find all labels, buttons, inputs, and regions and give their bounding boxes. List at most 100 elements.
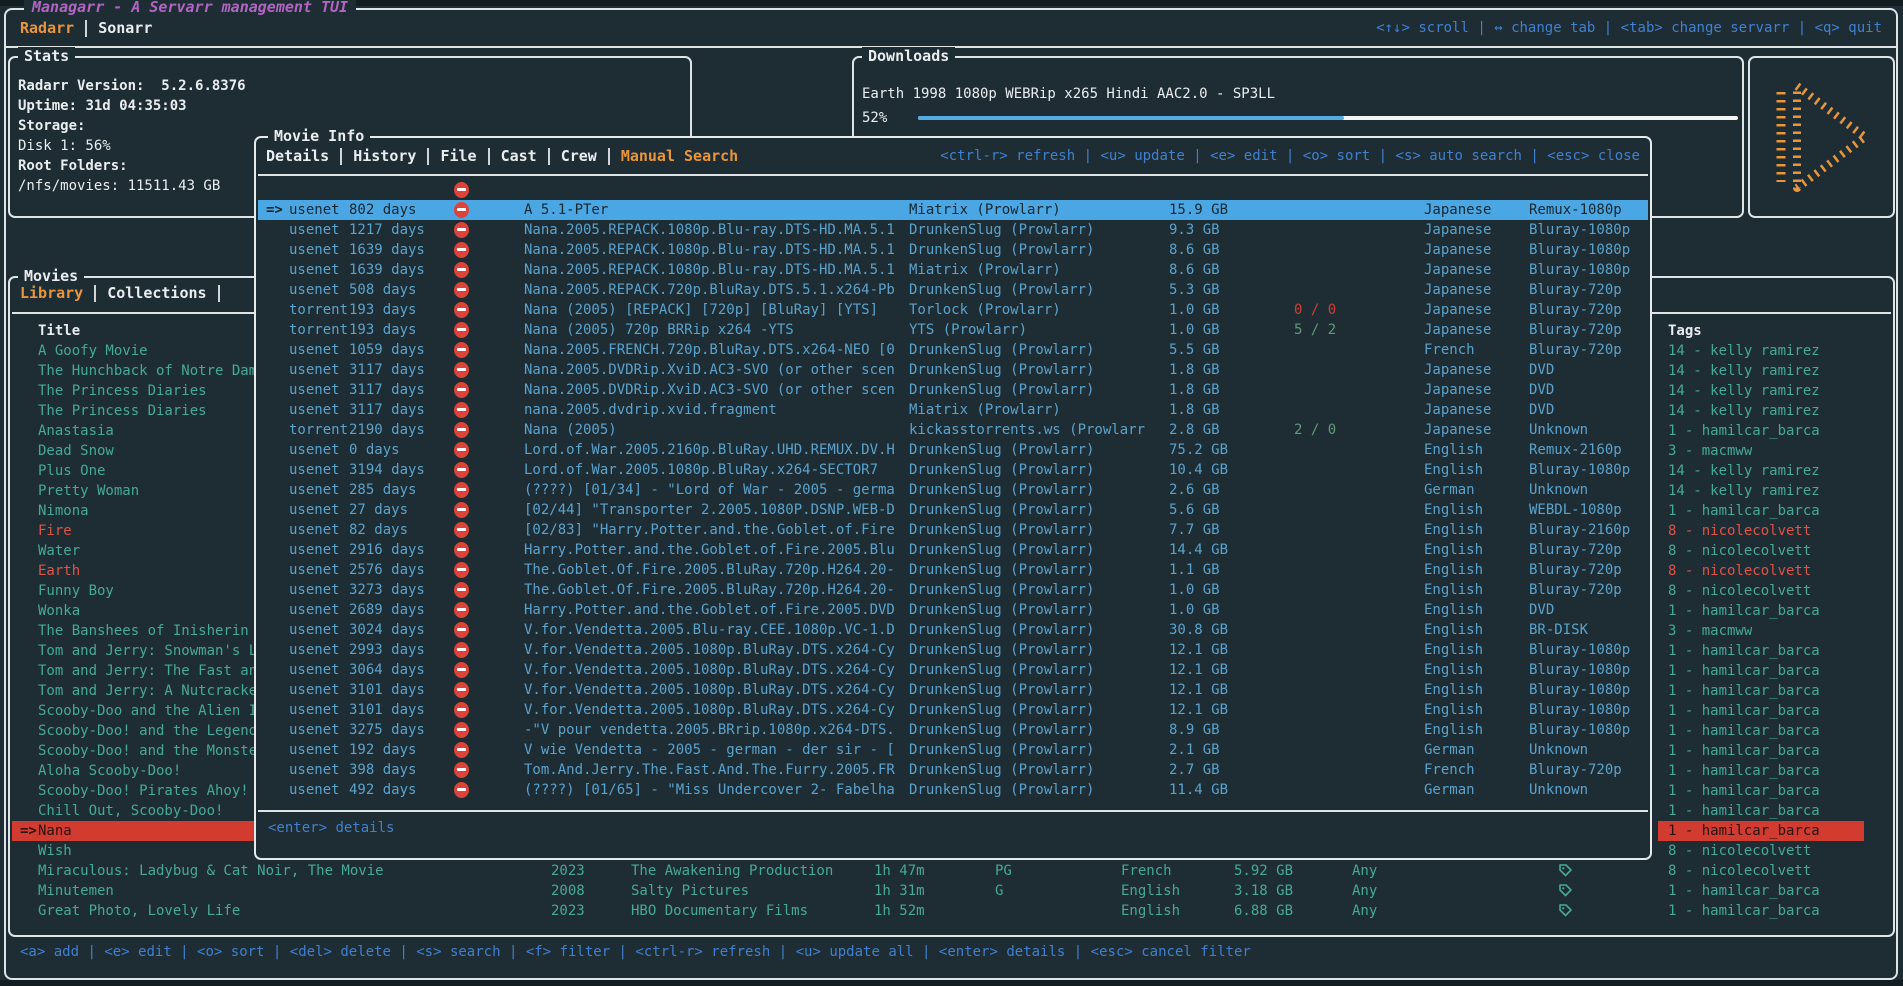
release-source: usenet [289,380,347,400]
movies-tab-collections[interactable]: Collections [107,284,206,302]
release-age: 3101 days [349,700,453,720]
release-row[interactable]: torrent2190 daysNana (2005)kickasstorren… [258,420,1648,440]
movie-info-tab-history[interactable]: History [353,147,416,165]
hint-details: <enter> details [268,820,394,836]
release-row[interactable]: usenet3101 daysV.for.Vendetta.2005.1080p… [258,680,1648,700]
release-row[interactable]: usenet2576 daysThe.Goblet.Of.Fire.2005.B… [258,560,1648,580]
hint-refresh: <ctrl-r> refresh [940,148,1075,164]
release-source: usenet [289,440,347,460]
release-row[interactable]: usenet3273 daysThe.Goblet.Of.Fire.2005.B… [258,580,1648,600]
release-row[interactable]: usenet3194 daysLord.of.War.2005.1080p.Bl… [258,460,1648,480]
release-title: V.for.Vendetta.2005.1080p.BluRay.DTS.x26… [524,700,906,720]
hint-key: <del> [290,944,341,960]
release-quality: Bluray-720p [1529,580,1651,600]
servarr-tab-radarr[interactable]: Radarr [20,19,74,37]
release-row[interactable]: usenet1639 daysNana.2005.REPACK.1080p.Bl… [258,260,1648,280]
release-quality: Bluray-1080p [1529,720,1651,740]
release-row[interactable]: usenet3275 days-"V pour vendetta.2005.BR… [258,720,1648,740]
release-row[interactable]: usenet0 daysLord.of.War.2005.2160p.BluRa… [258,440,1648,460]
movie-row[interactable]: Great Photo, Lovely Life2023HBO Document… [12,901,1891,921]
release-row[interactable]: usenet398 daysTom.And.Jerry.The.Fast.And… [258,760,1648,780]
release-row[interactable]: usenet3117 daysnana.2005.dvdrip.xvid.fra… [258,400,1648,420]
release-indexer: DrunkenSlug (Prowlarr) [909,680,1165,700]
movie-tag: 1 - hamilcar_barca [1668,781,1820,801]
global-keybinding-hints: <↑↓> scroll | ↔ change tab | <tab> chang… [1376,20,1882,36]
release-row[interactable]: usenet508 daysNana.2005.REPACK.720p.BluR… [258,280,1648,300]
movie-tag-cell: 8 - nicolecolvett [1658,521,1864,541]
release-indexer: DrunkenSlug (Prowlarr) [909,720,1165,740]
movie-row[interactable]: Miraculous: Ladybug & Cat Noir, The Movi… [12,861,1891,881]
release-row[interactable]: usenet3117 daysNana.2005.DVDRip.XviD.AC3… [258,380,1648,400]
movie-row[interactable]: Minutemen2008Salty Pictures1h 31mGEnglis… [12,881,1891,901]
movie-info-tab-manual-search[interactable]: Manual Search [621,147,738,165]
release-size: 5.3 GB [1169,280,1291,300]
hint-separator: | [1278,148,1303,164]
release-title: Nana (2005) [524,420,906,440]
movie-tag: 1 - hamilcar_barca [1668,761,1820,781]
movie-info-modal-title: Movie Info [268,127,370,145]
release-row[interactable]: usenet1059 daysNana.2005.FRENCH.720p.Blu… [258,340,1648,360]
movie-tag: 1 - hamilcar_barca [1668,661,1820,681]
release-age: 508 days [349,280,453,300]
movie-tag: 1 - hamilcar_barca [1668,721,1820,741]
hint-separator: | [501,944,526,960]
release-indexer: Miatrix (Prowlarr) [909,400,1165,420]
hint-update-all: <u> update all [796,944,914,960]
movie-tag-cell: 8 - nicolecolvett [1658,861,1864,881]
release-row[interactable]: usenet2993 daysV.for.Vendetta.2005.1080p… [258,640,1648,660]
release-language: Japanese [1424,200,1524,220]
release-row[interactable]: usenet3024 daysV.for.Vendetta.2005.Blu-r… [258,620,1648,640]
release-row[interactable]: torrent193 daysNana (2005) 720p BRRip x2… [258,320,1648,340]
movie-info-tab-cast[interactable]: Cast [501,147,537,165]
release-size: 1.0 GB [1169,300,1291,320]
hint-separator: | [1185,148,1210,164]
release-indexer: DrunkenSlug (Prowlarr) [909,580,1165,600]
release-language: English [1424,460,1524,480]
release-row[interactable]: usenet192 daysV wie Vendetta - 2005 - ge… [258,740,1648,760]
blocked-icon [454,722,469,738]
movie-tag: 8 - nicolecolvett [1668,561,1811,581]
release-row[interactable]: usenet2689 daysHarry.Potter.and.the.Gobl… [258,600,1648,620]
movie-info-tab-crew[interactable]: Crew [561,147,597,165]
movie-info-tab-file[interactable]: File [440,147,476,165]
hint-key: <enter> [939,944,1006,960]
release-row[interactable]: usenet82 days[02/83] "Harry.Potter.and.t… [258,520,1648,540]
disk-usage-label: Disk 1: 56% [18,138,111,154]
hint-change-servarr: <tab> change servarr [1621,20,1790,36]
movie-tag: 1 - hamilcar_barca [1668,881,1820,901]
movies-tab-library[interactable]: Library [20,284,83,302]
tab-separator [218,285,220,302]
release-indexer: DrunkenSlug (Prowlarr) [909,480,1165,500]
release-row[interactable]: usenet3101 daysV.for.Vendetta.2005.1080p… [258,700,1648,720]
release-row[interactable]: usenet1639 daysNana.2005.REPACK.1080p.Bl… [258,240,1648,260]
release-row[interactable]: torrent193 daysNana (2005) [REPACK] [720… [258,300,1648,320]
movie-tag-cell: 14 - kelly ramirez [1658,461,1864,481]
release-row[interactable]: =>usenet802 daysA 5.1-PTerMiatrix (Prowl… [258,200,1648,220]
release-language: German [1424,780,1524,800]
movie-info-modal: Movie Info DetailsHistoryFileCastCrewMan… [254,136,1652,860]
release-row[interactable]: usenet2916 daysHarry.Potter.and.the.Gobl… [258,540,1648,560]
movie-tag: 1 - hamilcar_barca [1668,821,1820,841]
release-age: 2689 days [349,600,453,620]
blocked-icon [454,462,469,478]
release-row[interactable]: usenet3117 daysNana.2005.DVDRip.XviD.AC3… [258,360,1648,380]
release-row[interactable]: usenet27 days[02/44] "Transporter 2.2005… [258,500,1648,520]
hint-scroll: <↑↓> scroll [1376,20,1469,36]
release-row[interactable]: usenet1217 daysNana.2005.REPACK.1080p.Bl… [258,220,1648,240]
release-title: nana.2005.dvdrip.xvid.fragment [524,400,906,420]
blocked-icon [454,622,469,638]
release-row[interactable]: usenet3064 daysV.for.Vendetta.2005.1080p… [258,660,1648,680]
release-row[interactable]: usenet285 days(????) [01/34] - "Lord of … [258,480,1648,500]
movie-profile: Any [1352,901,1502,921]
movie-runtime: 1h 31m [874,881,989,901]
movie-info-tab-details[interactable]: Details [266,147,329,165]
hint-cancel-filter: <esc> cancel filter [1091,944,1251,960]
hint-label: edit [1244,148,1278,164]
blocked-icon [454,442,469,458]
release-row[interactable]: usenet492 days(????) [01/65] - "Miss Und… [258,780,1648,800]
release-indexer: DrunkenSlug (Prowlarr) [909,520,1165,540]
movie-tag: 8 - nicolecolvett [1668,581,1811,601]
hint-separator: | [1595,20,1620,36]
servarr-tab-sonarr[interactable]: Sonarr [98,19,152,37]
hint-key: ↔ [1494,20,1511,36]
